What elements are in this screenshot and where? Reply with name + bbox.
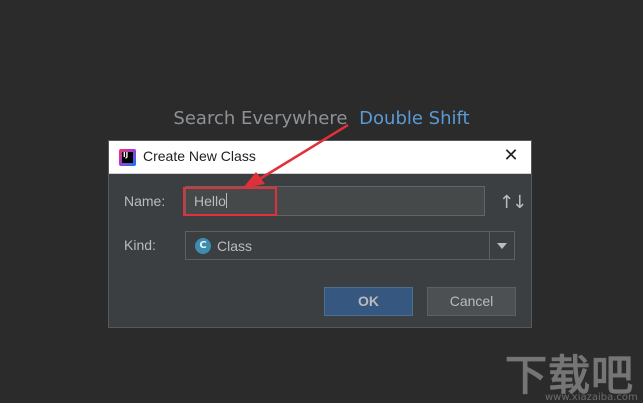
- kind-label-text: Kind:: [124, 237, 156, 253]
- kind-select[interactable]: C Class: [185, 231, 515, 260]
- sort-arrows-icon[interactable]: ↑↓: [499, 192, 527, 213]
- text-caret: [225, 193, 227, 208]
- watermark-url: www.xiazaiba.com: [545, 392, 638, 403]
- name-value-text: Hello: [194, 193, 226, 209]
- class-icon: C: [195, 238, 211, 254]
- ok-button[interactable]: OK: [324, 287, 413, 316]
- search-everywhere-hint: Search Everywhere Double Shift: [0, 108, 643, 129]
- chevron-down-icon[interactable]: [489, 232, 514, 259]
- app-icon-letters: IJ: [123, 151, 129, 159]
- hint-text: Search Everywhere: [173, 108, 348, 129]
- close-icon[interactable]: ✕: [501, 146, 521, 166]
- name-label-text: Name:: [124, 193, 166, 209]
- intellij-app-icon: IJ: [119, 149, 136, 166]
- name-input[interactable]: Hello: [185, 186, 485, 216]
- kind-label: Kind:: [124, 237, 156, 253]
- create-new-class-dialog: IJ Create New Class ✕ Name: Hello ↑↓ Kin…: [108, 140, 532, 328]
- kind-select-value: Class: [217, 238, 253, 254]
- name-input-value: Hello: [194, 193, 227, 209]
- hint-shortcut: Double Shift: [359, 108, 470, 129]
- name-label: Name:: [124, 193, 165, 209]
- dialog-titlebar[interactable]: IJ Create New Class ✕: [109, 141, 531, 174]
- cancel-button[interactable]: Cancel: [427, 287, 516, 316]
- dialog-title: Create New Class: [143, 148, 256, 164]
